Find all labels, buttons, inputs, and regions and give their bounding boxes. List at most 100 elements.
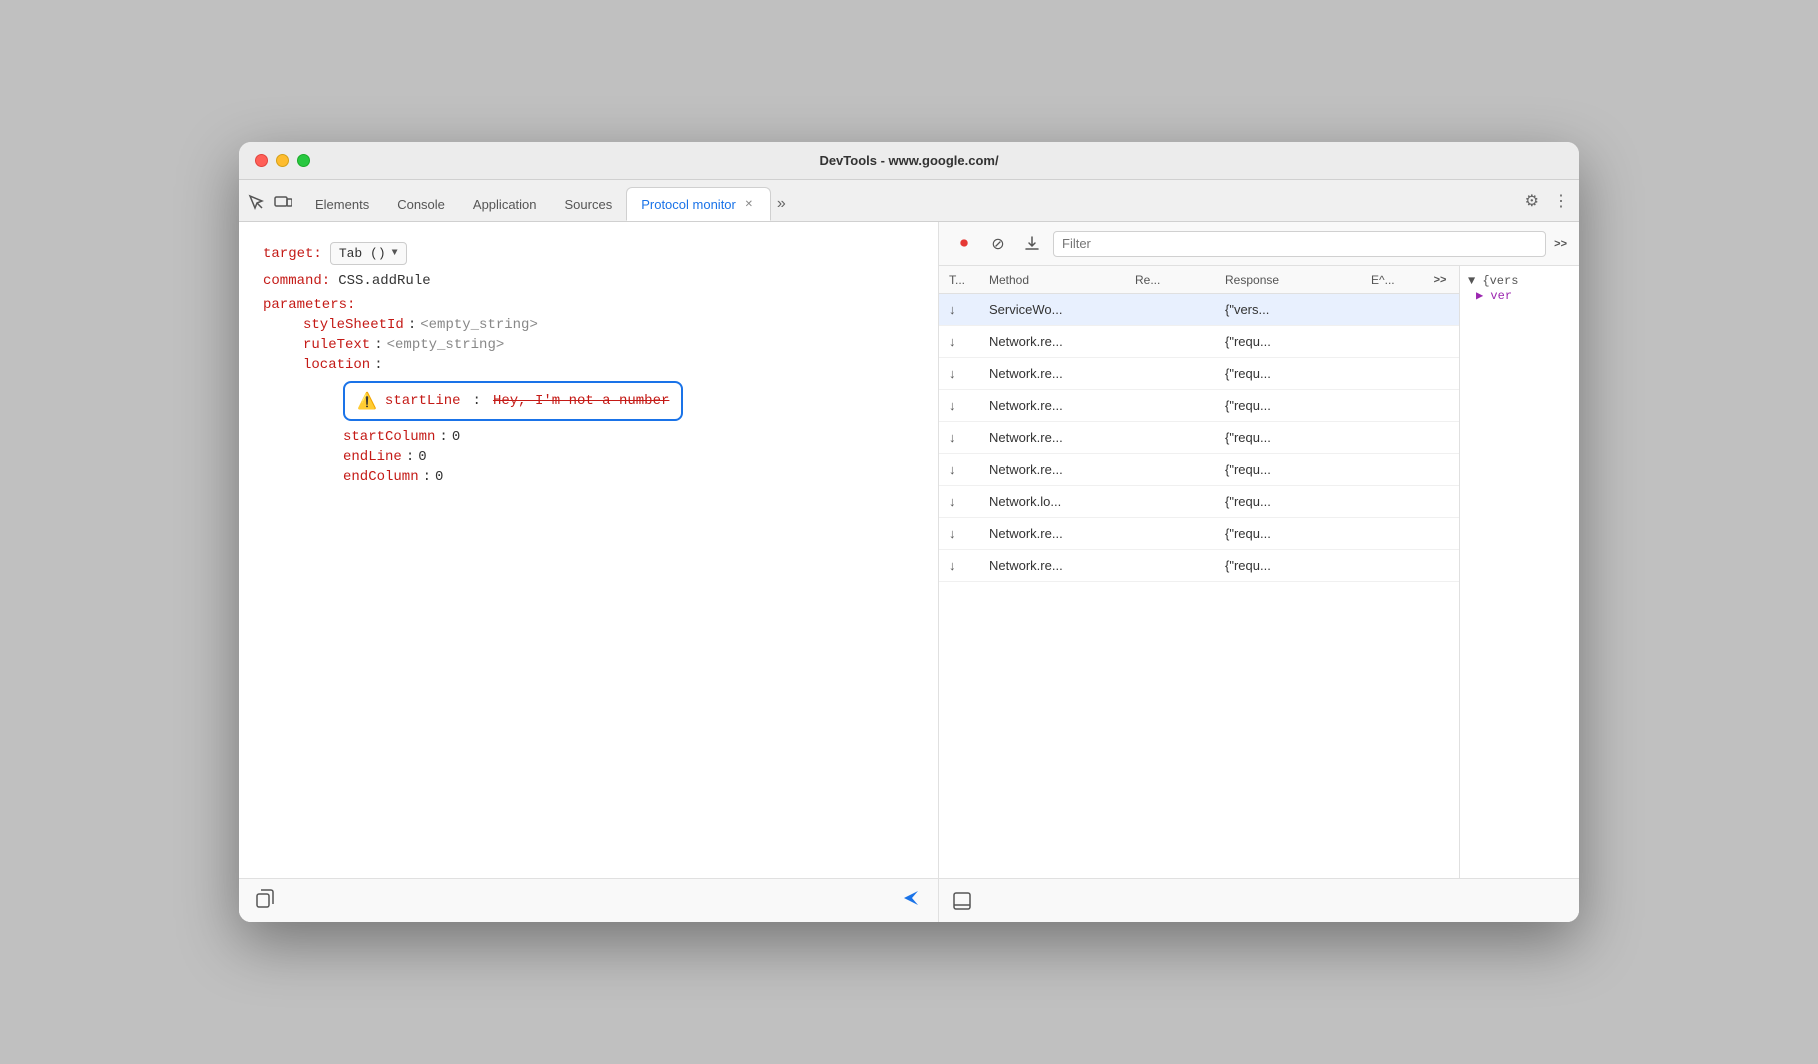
row-extra xyxy=(1365,498,1425,506)
right-panel: ⏺ ⊘ >> T... Method xyxy=(939,222,1579,922)
row-arrow-icon: ↓ xyxy=(943,362,983,385)
table-row[interactable]: ↓ Network.re... {"requ... xyxy=(939,390,1459,422)
send-button[interactable] xyxy=(900,887,922,915)
panel-toggle-button[interactable] xyxy=(951,890,973,912)
table-row[interactable]: ↓ ServiceWo... {"vers... xyxy=(939,294,1459,326)
row-request xyxy=(1129,434,1219,442)
table-row[interactable]: ↓ Network.re... {"requ... xyxy=(939,326,1459,358)
col-response-header: Response xyxy=(1219,273,1365,287)
col-extra-header: E^... xyxy=(1365,273,1425,287)
tab-protocol-monitor[interactable]: Protocol monitor ✕ xyxy=(626,187,771,221)
row-more xyxy=(1425,466,1455,474)
row-more xyxy=(1425,530,1455,538)
row-request xyxy=(1129,466,1219,474)
row-arrow-icon: ↓ xyxy=(943,426,983,449)
table-row[interactable]: ↓ Network.re... {"requ... xyxy=(939,358,1459,390)
clear-button[interactable]: ⊘ xyxy=(985,231,1011,257)
row-extra xyxy=(1365,338,1425,346)
start-column-value[interactable]: 0 xyxy=(452,429,460,445)
row-request xyxy=(1129,306,1219,314)
row-response: {"vers... xyxy=(1219,298,1365,321)
row-request xyxy=(1129,530,1219,538)
tab-application[interactable]: Application xyxy=(459,187,551,221)
end-column-row: endColumn : 0 xyxy=(263,469,914,485)
right-bottom-toolbar xyxy=(939,878,1579,922)
warning-icon: ⚠️ xyxy=(357,391,377,411)
settings-icon[interactable]: ⚙ xyxy=(1523,189,1541,213)
table-row[interactable]: ↓ Network.re... {"requ... xyxy=(939,454,1459,486)
stop-recording-button[interactable]: ⏺ xyxy=(951,231,977,257)
copy-button[interactable] xyxy=(255,888,275,913)
start-line-value[interactable]: Hey, I'm not a number xyxy=(493,393,669,409)
row-method: ServiceWo... xyxy=(983,298,1129,321)
detail-line-2: ▶ ver xyxy=(1468,288,1571,303)
row-extra xyxy=(1365,466,1425,474)
tab-close-icon[interactable]: ✕ xyxy=(742,197,756,211)
target-value: Tab () xyxy=(339,246,386,261)
row-more xyxy=(1425,370,1455,378)
devtools-window: DevTools - www.google.com/ Elements xyxy=(239,142,1579,922)
select-element-icon[interactable] xyxy=(247,193,267,213)
end-column-value[interactable]: 0 xyxy=(435,469,443,485)
location-row: location : xyxy=(263,357,914,373)
tabs-container: Elements Console Application Sources Pro… xyxy=(301,187,1523,221)
close-button[interactable] xyxy=(255,154,268,167)
row-request xyxy=(1129,338,1219,346)
row-more xyxy=(1425,306,1455,314)
tab-bar-right: ⚙ ⋮ xyxy=(1523,189,1571,221)
more-columns-button[interactable]: >> xyxy=(1554,238,1567,250)
row-response: {"requ... xyxy=(1219,490,1365,513)
maximize-button[interactable] xyxy=(297,154,310,167)
left-panel: target: Tab () ▼ command: CSS.addRule pa… xyxy=(239,222,939,922)
table-row[interactable]: ↓ Network.re... {"requ... xyxy=(939,550,1459,582)
row-request xyxy=(1129,498,1219,506)
start-line-warning-row[interactable]: ⚠️ startLine : Hey, I'm not a number xyxy=(343,381,683,421)
row-arrow-icon: ↓ xyxy=(943,458,983,481)
row-method: Network.re... xyxy=(983,554,1129,577)
table-row[interactable]: ↓ Network.lo... {"requ... xyxy=(939,486,1459,518)
command-value: CSS.addRule xyxy=(338,273,430,289)
filter-input[interactable] xyxy=(1053,231,1546,257)
left-toolbar xyxy=(239,878,938,922)
parameters-label: parameters: xyxy=(263,297,355,313)
more-tabs-button[interactable]: » xyxy=(771,195,792,221)
start-line-key: startLine xyxy=(385,393,461,409)
row-more xyxy=(1425,434,1455,442)
minimize-button[interactable] xyxy=(276,154,289,167)
right-panel-body: T... Method Re... Response E^... >> ↓ Se… xyxy=(939,266,1579,878)
command-row: command: CSS.addRule xyxy=(263,273,914,289)
detail-panel: ▼ {vers ▶ ver xyxy=(1459,266,1579,878)
table-header: T... Method Re... Response E^... >> xyxy=(939,266,1459,294)
style-sheet-id-key: styleSheetId xyxy=(303,317,404,333)
end-line-row: endLine : 0 xyxy=(263,449,914,465)
row-response: {"requ... xyxy=(1219,522,1365,545)
window-title: DevTools - www.google.com/ xyxy=(819,153,998,168)
row-response: {"requ... xyxy=(1219,458,1365,481)
table-row[interactable]: ↓ Network.re... {"requ... xyxy=(939,518,1459,550)
right-toolbar: ⏺ ⊘ >> xyxy=(939,222,1579,266)
rule-text-value[interactable]: <empty_string> xyxy=(387,337,505,353)
style-sheet-id-value[interactable]: <empty_string> xyxy=(420,317,538,333)
more-menu-icon[interactable]: ⋮ xyxy=(1551,189,1571,213)
table-row[interactable]: ↓ Network.re... {"requ... xyxy=(939,422,1459,454)
device-toolbar-icon[interactable] xyxy=(273,193,293,213)
end-line-key: endLine xyxy=(343,449,402,465)
row-extra xyxy=(1365,434,1425,442)
tab-elements[interactable]: Elements xyxy=(301,187,383,221)
command-editor[interactable]: target: Tab () ▼ command: CSS.addRule pa… xyxy=(239,222,938,878)
tab-sources[interactable]: Sources xyxy=(551,187,627,221)
protocol-table: T... Method Re... Response E^... >> ↓ Se… xyxy=(939,266,1459,878)
row-extra xyxy=(1365,402,1425,410)
download-button[interactable] xyxy=(1019,231,1045,257)
traffic-lights xyxy=(255,154,310,167)
end-line-value[interactable]: 0 xyxy=(418,449,426,465)
tab-console[interactable]: Console xyxy=(383,187,459,221)
more-columns-icon[interactable]: >> xyxy=(1425,274,1455,286)
target-dropdown[interactable]: Tab () ▼ xyxy=(330,242,407,265)
devtools-icons xyxy=(247,193,293,221)
rule-text-key: ruleText xyxy=(303,337,370,353)
row-method: Network.re... xyxy=(983,394,1129,417)
row-arrow-icon: ↓ xyxy=(943,298,983,321)
rule-text-row: ruleText : <empty_string> xyxy=(263,337,914,353)
dropdown-arrow-icon: ▼ xyxy=(392,248,398,259)
